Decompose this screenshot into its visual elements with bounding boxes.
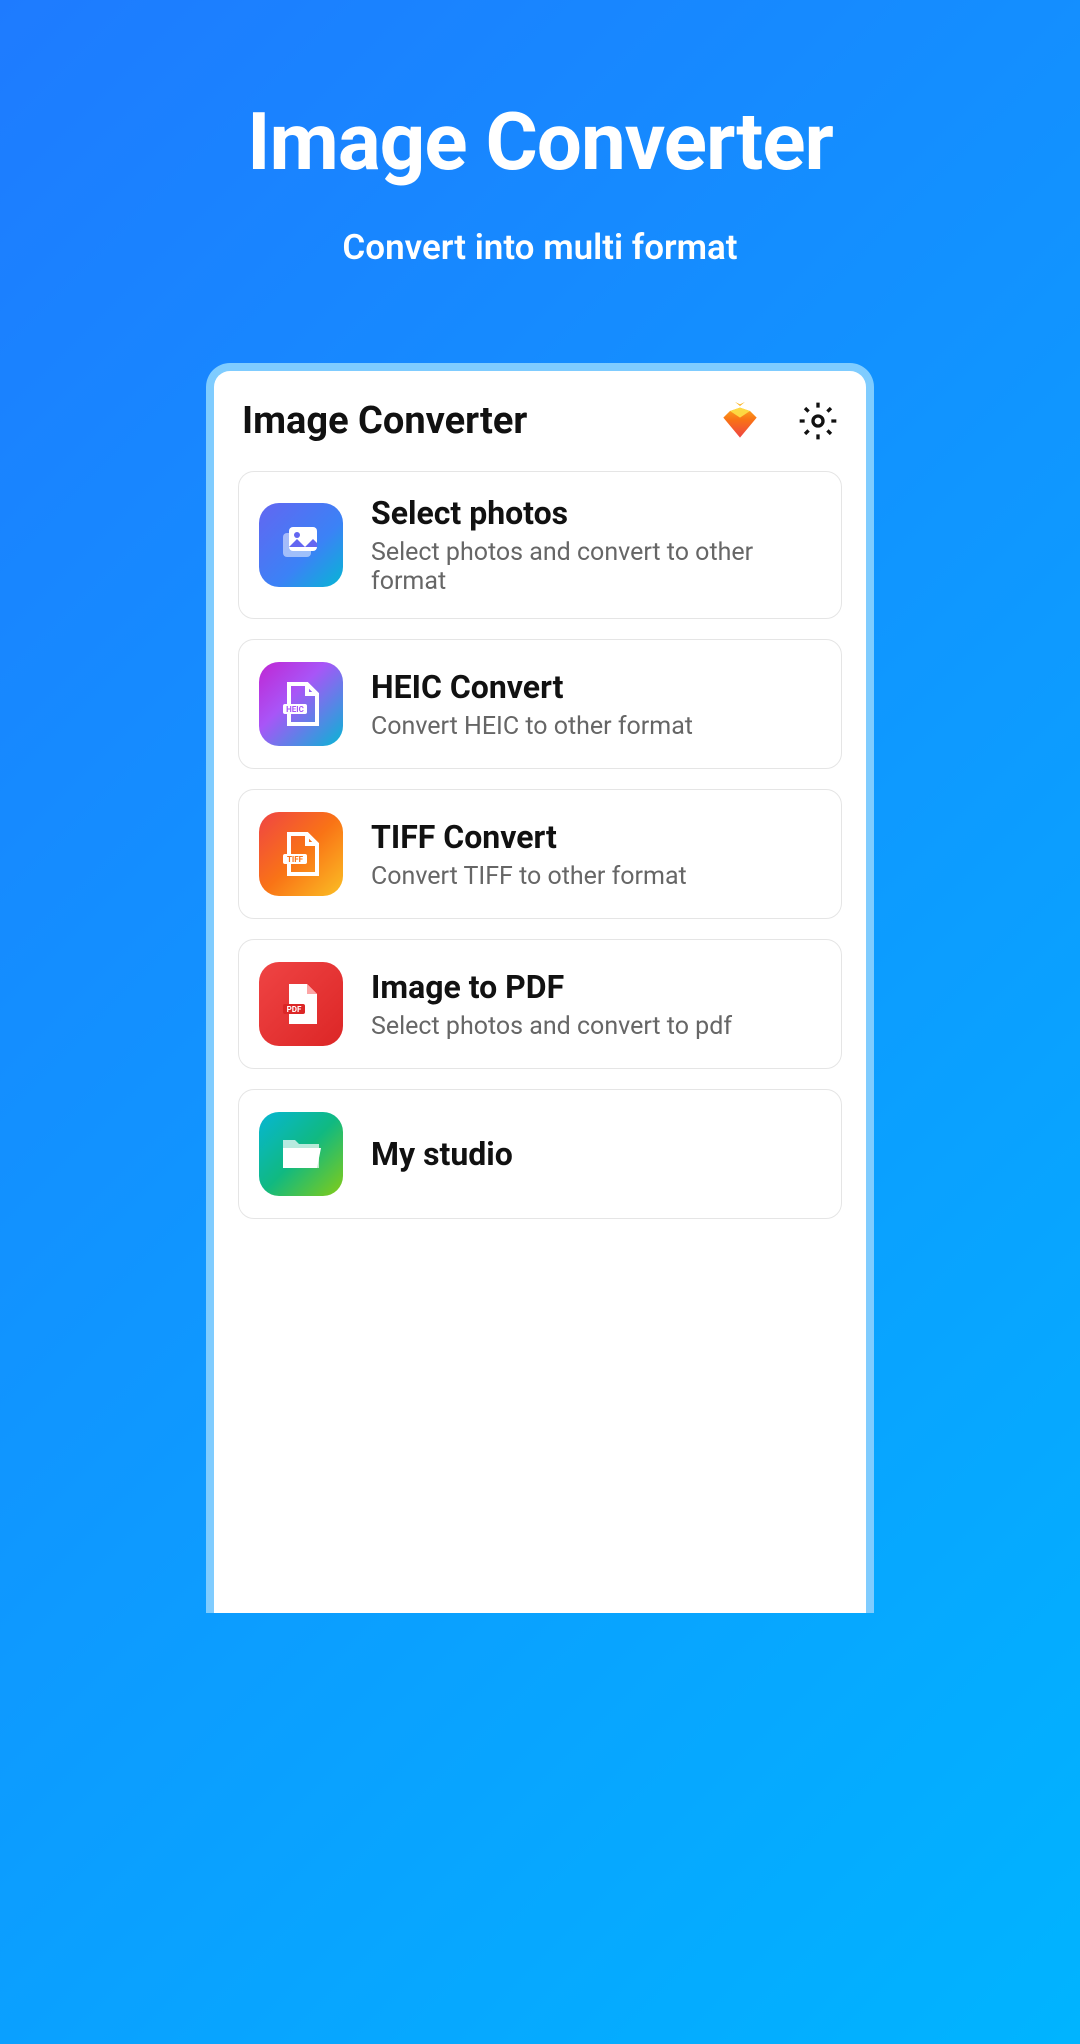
heic-icon: HEIC [259, 662, 343, 746]
promo-title: Image Converter [0, 95, 1080, 189]
card-content: TIFF Convert Convert TIFF to other forma… [371, 818, 687, 891]
card-tiff-convert[interactable]: TIFF TIFF Convert Convert TIFF to other … [238, 789, 842, 919]
gem-icon [720, 401, 760, 441]
card-subtitle: Convert TIFF to other format [371, 862, 687, 891]
tiff-icon: TIFF [259, 812, 343, 896]
pdf-icon: PDF [259, 962, 343, 1046]
card-select-photos[interactable]: Select photos Select photos and convert … [238, 471, 842, 619]
card-content: Image to PDF Select photos and convert t… [371, 968, 732, 1041]
card-my-studio[interactable]: My studio [238, 1089, 842, 1219]
card-title: TIFF Convert [371, 818, 687, 856]
phone-frame: Image Converter [206, 363, 874, 1613]
select-photos-icon [259, 503, 343, 587]
card-subtitle: Select photos and convert to pdf [371, 1012, 732, 1041]
premium-button[interactable] [720, 401, 760, 441]
header-icons [720, 401, 838, 441]
app-title: Image Converter [242, 399, 527, 443]
card-subtitle: Select photos and convert to other forma… [371, 538, 821, 596]
svg-text:PDF: PDF [287, 1005, 302, 1014]
card-content: Select photos Select photos and convert … [371, 494, 821, 596]
card-heic-convert[interactable]: HEIC HEIC Convert Convert HEIC to other … [238, 639, 842, 769]
folder-icon [259, 1112, 343, 1196]
card-title: Select photos [371, 494, 821, 532]
promo-subtitle: Convert into multi format [0, 227, 1080, 268]
svg-text:TIFF: TIFF [287, 855, 304, 864]
card-content: HEIC Convert Convert HEIC to other forma… [371, 668, 693, 741]
card-content: My studio [371, 1135, 513, 1173]
card-image-to-pdf[interactable]: PDF Image to PDF Select photos and conve… [238, 939, 842, 1069]
promo-header: Image Converter Convert into multi forma… [0, 0, 1080, 328]
svg-text:HEIC: HEIC [286, 705, 304, 714]
card-title: HEIC Convert [371, 668, 693, 706]
card-subtitle: Convert HEIC to other format [371, 712, 693, 741]
card-title: Image to PDF [371, 968, 732, 1006]
card-title: My studio [371, 1135, 513, 1173]
settings-button[interactable] [798, 401, 838, 441]
gear-icon [798, 401, 838, 441]
app-header: Image Converter [238, 399, 842, 471]
